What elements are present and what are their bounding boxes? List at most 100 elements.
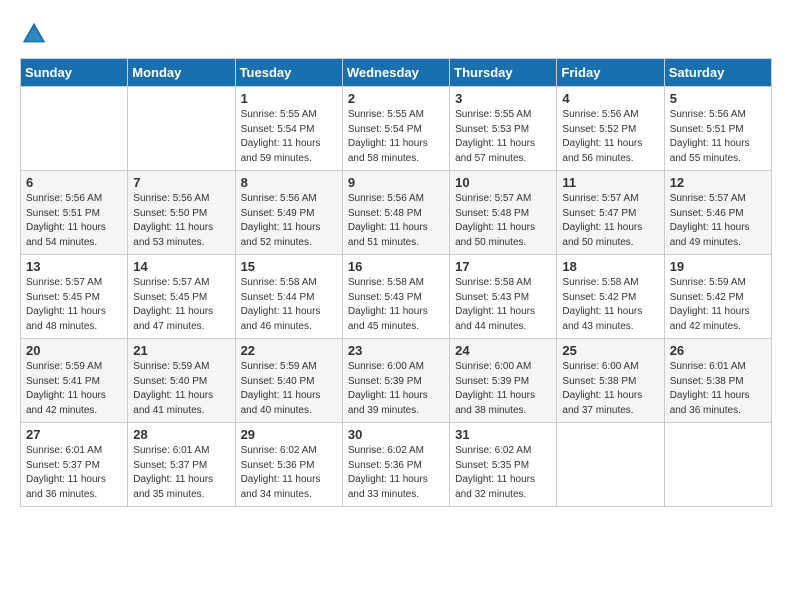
weekday-header: Wednesday [342, 59, 449, 87]
day-number: 6 [26, 175, 122, 190]
day-number: 9 [348, 175, 444, 190]
calendar-week-row: 27 Sunrise: 6:01 AM Sunset: 5:37 PM Dayli… [21, 423, 772, 507]
calendar-cell [557, 423, 664, 507]
day-info: Sunrise: 5:55 AM Sunset: 5:53 PM Dayligh… [455, 108, 551, 166]
calendar-cell: 5Sunrise: 5:56 AM Sunset: 5:51 PM Daylig… [664, 87, 771, 171]
day-number: 24 [455, 343, 551, 358]
day-info: Sunrise: 5:58 AM Sunset: 5:44 PM Dayligh… [241, 276, 337, 334]
calendar-cell: 28Sunrise: 6:01 AM Sunset: 5:37 PM Dayli… [128, 423, 235, 507]
day-info: Sunrise: 5:57 AM Sunset: 5:47 PM Dayligh… [562, 192, 658, 250]
calendar-cell: 13 Sunrise: 5:57 AM Sunset: 5:45 PM Dayli… [21, 255, 128, 339]
day-info: Sunrise: 5:55 AM Sunset: 5:54 PM Dayligh… [241, 108, 337, 166]
day-number: 15 [241, 259, 337, 274]
calendar-cell: 4 Sunrise: 5:56 AM Sunset: 5:52 PM Daylig… [557, 87, 664, 171]
day-info: Sunrise: 5:57 AM Sunset: 5:48 PM Dayligh… [455, 192, 551, 250]
day-info: Sunrise: 5:57 AM Sunset: 5:46 PM Dayligh… [670, 192, 766, 250]
calendar-cell: 3 Sunrise: 5:55 AM Sunset: 5:53 PM Daylig… [450, 87, 557, 171]
calendar-cell: 10 Sunrise: 5:57 AM Sunset: 5:48 PM Dayli… [450, 171, 557, 255]
day-number: 21 [133, 343, 229, 358]
day-info: Sunrise: 6:02 AM Sunset: 5:35 PM Dayligh… [455, 444, 551, 502]
day-info: Sunrise: 6:02 AM Sunset: 5:36 PM Dayligh… [348, 444, 444, 502]
logo [20, 20, 52, 48]
calendar-cell: 11 Sunrise: 5:57 AM Sunset: 5:47 PM Dayli… [557, 171, 664, 255]
day-info: Sunrise: 5:56 AM Sunset: 5:50 PM Dayligh… [133, 192, 229, 250]
day-number: 7 [133, 175, 229, 190]
page-header [20, 20, 772, 48]
calendar-cell: 8Sunrise: 5:56 AM Sunset: 5:49 PM Daylig… [235, 171, 342, 255]
day-info: Sunrise: 6:00 AM Sunset: 5:39 PM Dayligh… [455, 360, 551, 418]
day-info: Sunrise: 5:55 AM Sunset: 5:54 PM Dayligh… [348, 108, 444, 166]
day-number: 31 [455, 427, 551, 442]
day-number: 14 [133, 259, 229, 274]
day-number: 23 [348, 343, 444, 358]
day-info: Sunrise: 6:01 AM Sunset: 5:37 PM Dayligh… [26, 444, 122, 502]
day-info: Sunrise: 5:58 AM Sunset: 5:42 PM Dayligh… [562, 276, 658, 334]
calendar-cell: 20 Sunrise: 5:59 AM Sunset: 5:41 PM Dayli… [21, 339, 128, 423]
calendar-cell: 9 Sunrise: 5:56 AM Sunset: 5:48 PM Daylig… [342, 171, 449, 255]
day-number: 3 [455, 91, 551, 106]
day-info: Sunrise: 5:56 AM Sunset: 5:48 PM Dayligh… [348, 192, 444, 250]
day-number: 27 [26, 427, 122, 442]
day-number: 4 [562, 91, 658, 106]
calendar-cell [128, 87, 235, 171]
calendar-cell: 18Sunrise: 5:58 AM Sunset: 5:42 PM Dayli… [557, 255, 664, 339]
calendar-cell: 6 Sunrise: 5:56 AM Sunset: 5:51 PM Daylig… [21, 171, 128, 255]
day-info: Sunrise: 5:59 AM Sunset: 5:41 PM Dayligh… [26, 360, 122, 418]
calendar-cell: 2 Sunrise: 5:55 AM Sunset: 5:54 PM Daylig… [342, 87, 449, 171]
day-number: 5 [670, 91, 766, 106]
day-number: 29 [241, 427, 337, 442]
day-info: Sunrise: 5:56 AM Sunset: 5:51 PM Dayligh… [26, 192, 122, 250]
day-number: 1 [241, 91, 337, 106]
logo-icon [20, 20, 48, 48]
day-number: 26 [670, 343, 766, 358]
day-number: 13 [26, 259, 122, 274]
day-info: Sunrise: 5:56 AM Sunset: 5:49 PM Dayligh… [241, 192, 337, 250]
weekday-header-row: SundayMondayTuesdayWednesdayThursdayFrid… [21, 59, 772, 87]
day-info: Sunrise: 6:01 AM Sunset: 5:38 PM Dayligh… [670, 360, 766, 418]
calendar-cell: 17Sunrise: 5:58 AM Sunset: 5:43 PM Dayli… [450, 255, 557, 339]
calendar-week-row: 1 Sunrise: 5:55 AM Sunset: 5:54 PM Daylig… [21, 87, 772, 171]
day-number: 25 [562, 343, 658, 358]
calendar-cell: 7 Sunrise: 5:56 AM Sunset: 5:50 PM Daylig… [128, 171, 235, 255]
calendar-cell: 30 Sunrise: 6:02 AM Sunset: 5:36 PM Dayli… [342, 423, 449, 507]
day-info: Sunrise: 6:02 AM Sunset: 5:36 PM Dayligh… [241, 444, 337, 502]
day-number: 2 [348, 91, 444, 106]
day-info: Sunrise: 5:59 AM Sunset: 5:40 PM Dayligh… [133, 360, 229, 418]
weekday-header: Thursday [450, 59, 557, 87]
weekday-header: Monday [128, 59, 235, 87]
calendar-cell: 24 Sunrise: 6:00 AM Sunset: 5:39 PM Dayli… [450, 339, 557, 423]
day-number: 30 [348, 427, 444, 442]
calendar-cell: 26 Sunrise: 6:01 AM Sunset: 5:38 PM Dayli… [664, 339, 771, 423]
day-info: Sunrise: 5:57 AM Sunset: 5:45 PM Dayligh… [26, 276, 122, 334]
day-info: Sunrise: 5:58 AM Sunset: 5:43 PM Dayligh… [348, 276, 444, 334]
day-number: 19 [670, 259, 766, 274]
day-info: Sunrise: 5:56 AM Sunset: 5:52 PM Dayligh… [562, 108, 658, 166]
weekday-header: Friday [557, 59, 664, 87]
day-info: Sunrise: 6:00 AM Sunset: 5:39 PM Dayligh… [348, 360, 444, 418]
day-number: 16 [348, 259, 444, 274]
calendar-cell: 21 Sunrise: 5:59 AM Sunset: 5:40 PM Dayli… [128, 339, 235, 423]
day-info: Sunrise: 6:00 AM Sunset: 5:38 PM Dayligh… [562, 360, 658, 418]
weekday-header: Tuesday [235, 59, 342, 87]
calendar-cell: 1 Sunrise: 5:55 AM Sunset: 5:54 PM Daylig… [235, 87, 342, 171]
day-number: 10 [455, 175, 551, 190]
calendar-cell: 29 Sunrise: 6:02 AM Sunset: 5:36 PM Dayli… [235, 423, 342, 507]
calendar-cell: 22 Sunrise: 5:59 AM Sunset: 5:40 PM Dayli… [235, 339, 342, 423]
calendar-cell: 31 Sunrise: 6:02 AM Sunset: 5:35 PM Dayli… [450, 423, 557, 507]
day-number: 20 [26, 343, 122, 358]
calendar-week-row: 20 Sunrise: 5:59 AM Sunset: 5:41 PM Dayli… [21, 339, 772, 423]
calendar-cell: 16 Sunrise: 5:58 AM Sunset: 5:43 PM Dayli… [342, 255, 449, 339]
day-info: Sunrise: 6:01 AM Sunset: 5:37 PM Dayligh… [133, 444, 229, 502]
day-info: Sunrise: 5:59 AM Sunset: 5:40 PM Dayligh… [241, 360, 337, 418]
day-info: Sunrise: 5:59 AM Sunset: 5:42 PM Dayligh… [670, 276, 766, 334]
calendar-week-row: 13 Sunrise: 5:57 AM Sunset: 5:45 PM Dayli… [21, 255, 772, 339]
day-number: 22 [241, 343, 337, 358]
calendar-cell: 23 Sunrise: 6:00 AM Sunset: 5:39 PM Dayli… [342, 339, 449, 423]
calendar-cell [664, 423, 771, 507]
calendar-cell: 25 Sunrise: 6:00 AM Sunset: 5:38 PM Dayli… [557, 339, 664, 423]
day-number: 17 [455, 259, 551, 274]
calendar-cell [21, 87, 128, 171]
calendar-cell: 27 Sunrise: 6:01 AM Sunset: 5:37 PM Dayli… [21, 423, 128, 507]
day-number: 11 [562, 175, 658, 190]
calendar-cell: 12Sunrise: 5:57 AM Sunset: 5:46 PM Dayli… [664, 171, 771, 255]
